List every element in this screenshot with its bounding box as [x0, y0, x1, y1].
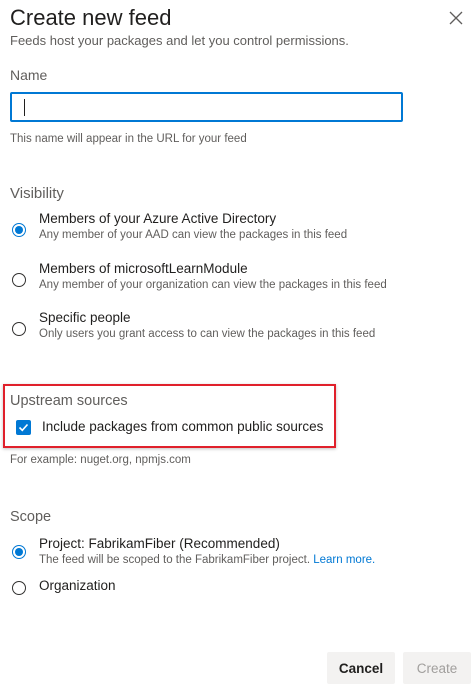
name-help-text: This name will appear in the URL for you… [10, 133, 247, 145]
visibility-option-specific-people[interactable]: Specific people Only users you grant acc… [10, 310, 450, 346]
include-public-sources-checkbox[interactable]: Include packages from common public sour… [16, 418, 336, 438]
checkbox-checked-icon [16, 420, 31, 435]
visibility-label: Visibility [10, 185, 64, 202]
radio-unchecked-icon [12, 322, 26, 336]
radio-checked-icon [12, 223, 26, 237]
visibility-option-label: Members of microsoftLearnModule [39, 261, 248, 276]
close-button[interactable] [446, 8, 466, 28]
name-field-container[interactable] [10, 92, 403, 122]
text-caret [24, 99, 25, 116]
cancel-button[interactable]: Cancel [327, 652, 395, 684]
visibility-option-label: Specific people [39, 310, 131, 325]
close-icon [449, 11, 463, 25]
name-input[interactable] [12, 94, 401, 120]
visibility-option-description: Any member of your organization can view… [39, 279, 387, 291]
radio-unchecked-icon [12, 581, 26, 595]
upstream-sources-label: Upstream sources [10, 393, 128, 409]
scope-option-label: Organization [39, 578, 116, 593]
name-label: Name [10, 67, 48, 83]
dialog-title: Create new feed [10, 5, 172, 30]
visibility-option-aad[interactable]: Members of your Azure Active Directory A… [10, 211, 450, 247]
scope-option-project[interactable]: Project: FabrikamFiber (Recommended) The… [10, 536, 450, 572]
visibility-option-label: Members of your Azure Active Directory [39, 211, 277, 226]
radio-unchecked-icon [12, 273, 26, 287]
create-button[interactable]: Create [403, 652, 471, 684]
radio-checked-icon [12, 545, 26, 559]
scope-option-description: The feed will be scoped to the FabrikamF… [39, 554, 375, 566]
scope-option-label: Project: FabrikamFiber (Recommended) [39, 536, 280, 551]
scope-option-organization[interactable]: Organization [10, 578, 450, 598]
checkbox-label: Include packages from common public sour… [42, 419, 324, 434]
upstream-help-text: For example: nuget.org, npmjs.com [10, 454, 191, 466]
visibility-option-organization[interactable]: Members of microsoftLearnModule Any memb… [10, 261, 450, 297]
visibility-option-description: Any member of your AAD can view the pack… [39, 229, 348, 241]
scope-label: Scope [10, 509, 52, 525]
learn-more-link[interactable]: Learn more. [313, 554, 375, 566]
scope-option-description-text: The feed will be scoped to the FabrikamF… [39, 554, 311, 566]
dialog-subtitle: Feeds host your packages and let you con… [10, 33, 349, 48]
visibility-option-description: Only users you grant access to can view … [39, 328, 376, 340]
